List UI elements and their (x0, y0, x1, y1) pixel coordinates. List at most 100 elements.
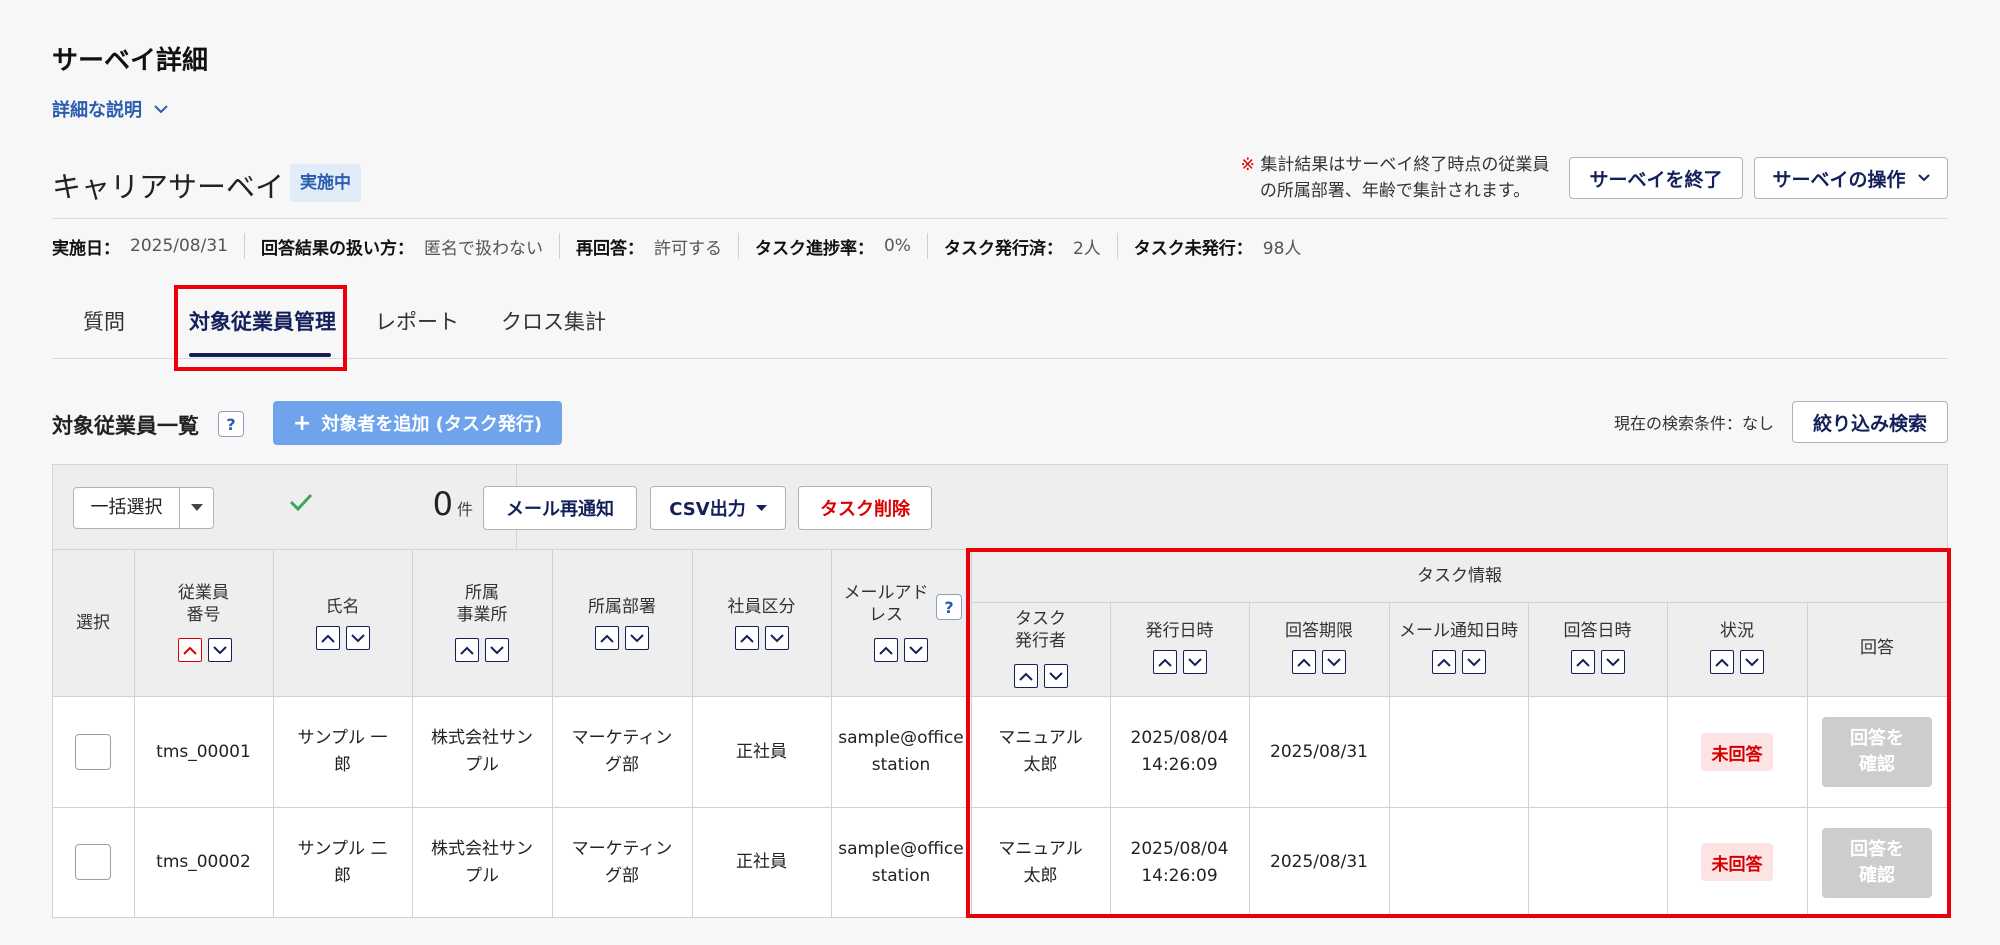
meta-value: 0% (883, 236, 911, 256)
sort-controls (735, 626, 789, 650)
col-label: レス (869, 605, 903, 625)
meta-label: タスク未発行： (1133, 238, 1253, 259)
sort-desc-button[interactable] (346, 626, 370, 650)
meta-reanswer: 再回答： 許可する (558, 233, 738, 259)
cell-text: 株式会社サン (431, 728, 533, 748)
section-title: 対象従業員一覧 (52, 414, 199, 438)
cell-email: sample@office station (831, 697, 971, 807)
filter-search-label: 絞り込み検索 (1812, 412, 1927, 435)
plus-icon: + (292, 410, 312, 436)
add-target-button[interactable]: + 対象者を追加 (タスク発行) (273, 401, 562, 445)
bulk-select-dropdown[interactable]: 一括選択 (73, 487, 214, 529)
note-line-2: の所属部署、年齢で集計されます。 (1259, 181, 1531, 201)
cell-text: プル (465, 755, 499, 775)
cell-employee-no: tms_00001 (156, 741, 251, 762)
meta-label: 回答結果の扱い方： (260, 238, 414, 259)
meta-label: 実施日： (52, 238, 120, 259)
csv-export-button[interactable]: CSV出力 (650, 486, 786, 530)
sort-asc-button[interactable] (595, 626, 619, 650)
detail-description-link[interactable]: 詳細な説明 (52, 96, 168, 122)
cell-name: サンプル 一郎 (273, 697, 412, 807)
col-office: 所属 事業所 (412, 582, 552, 626)
sort-desc-button[interactable] (625, 626, 649, 650)
meta-value: 許可する (653, 238, 722, 259)
cell-text: サンプル 二 (297, 838, 388, 859)
sort-asc-button[interactable] (874, 638, 898, 662)
cell-text: マーケティン (571, 728, 673, 748)
page-title: サーベイ詳細 (52, 46, 209, 76)
delete-task-label: タスク削除 (820, 499, 910, 520)
meta-label: 再回答： (575, 238, 644, 259)
col-email: メールアド レス (831, 582, 941, 626)
help-icon[interactable]: ? (936, 594, 962, 620)
cell-text: station (871, 755, 931, 775)
cell-text: 郎 (334, 865, 351, 886)
resend-mail-label: メール再通知 (506, 499, 614, 520)
meta-answer-handling: 回答結果の扱い方： 匿名で扱わない (243, 233, 559, 259)
chevron-up-icon (460, 646, 474, 655)
delete-task-button[interactable]: タスク削除 (798, 486, 932, 530)
chevron-up-icon (600, 634, 614, 643)
tab-questions[interactable]: 質問 (83, 306, 125, 336)
aggregation-note: ※ 集計結果はサーベイ終了時点の従業員 の所属部署、年齢で集計されます。 (1230, 152, 1560, 204)
col-label: 従業員 (178, 583, 229, 603)
search-condition: 現在の検索条件：なし (1614, 414, 1775, 433)
col-select: 選択 (76, 613, 110, 633)
sort-controls (595, 626, 649, 650)
sort-desc-button[interactable] (485, 638, 509, 662)
highlight-box-tab (174, 285, 347, 371)
col-label: 事業所 (456, 605, 508, 625)
col-employee-type: 社員区分 (727, 597, 796, 617)
sort-asc-button[interactable] (316, 626, 340, 650)
chevron-down-icon (490, 645, 504, 654)
bulk-select-label: 一括選択 (74, 488, 180, 528)
chevron-down-icon (154, 105, 168, 114)
sort-desc-button[interactable] (765, 626, 789, 650)
sort-controls (455, 638, 509, 662)
cell-text: 株式会社サン (431, 838, 533, 859)
end-survey-button[interactable]: サーベイを終了 (1569, 157, 1743, 199)
col-department: 所属部署 (588, 597, 656, 617)
tab-cross-tab[interactable]: クロス集計 (501, 306, 606, 336)
sort-controls (178, 638, 232, 662)
meta-unissued: タスク未発行： 98人 (1116, 233, 1318, 259)
filter-search-button[interactable]: 絞り込み検索 (1792, 401, 1948, 443)
col-label: 番号 (186, 605, 221, 625)
cell-employee-type: 正社員 (736, 852, 787, 872)
sort-asc-button[interactable] (455, 638, 479, 662)
meta-issued: タスク発行済： 2人 (926, 233, 1117, 259)
cell-office: 株式会社サン プル (412, 697, 552, 807)
divider (52, 218, 1948, 219)
col-name: 氏名 (325, 597, 360, 617)
meta-value: 匿名で扱わない (423, 238, 543, 259)
chevron-up-icon (321, 634, 335, 643)
tab-report[interactable]: レポート (375, 306, 459, 336)
sort-asc-button[interactable] (735, 626, 759, 650)
meta-progress: タスク進捗率： 0% (737, 233, 927, 259)
selected-count-number: 0 (432, 485, 453, 523)
selected-count: 0件 (403, 485, 473, 523)
help-icon[interactable]: ? (218, 411, 244, 437)
cell-text: sample@office (838, 728, 964, 748)
chevron-down-icon (351, 633, 365, 642)
cell-office: 株式会社サン プル (412, 808, 552, 917)
sort-asc-button[interactable] (178, 638, 202, 662)
resend-mail-button[interactable]: メール再通知 (483, 486, 637, 530)
row-checkbox[interactable] (75, 734, 111, 770)
note-mark: ※ (1240, 155, 1255, 175)
chevron-down-icon (909, 645, 923, 654)
caret-down-icon (180, 488, 213, 528)
sort-desc-button[interactable] (904, 638, 928, 662)
sort-desc-button[interactable] (208, 638, 232, 662)
cell-employee-type: 正社員 (736, 741, 787, 762)
sort-controls (316, 626, 370, 650)
survey-operations-button[interactable]: サーベイの操作 (1754, 157, 1948, 199)
cell-text: サンプル 一 (297, 728, 388, 748)
status-badge: 実施中 (290, 164, 361, 202)
cell-text: station (871, 865, 931, 886)
row-checkbox[interactable] (75, 844, 111, 880)
meta-label: タスク進捗率： (754, 238, 874, 259)
check-icon[interactable] (289, 489, 313, 519)
chevron-down-icon (1917, 174, 1930, 182)
cell-name: サンプル 二郎 (273, 808, 412, 917)
